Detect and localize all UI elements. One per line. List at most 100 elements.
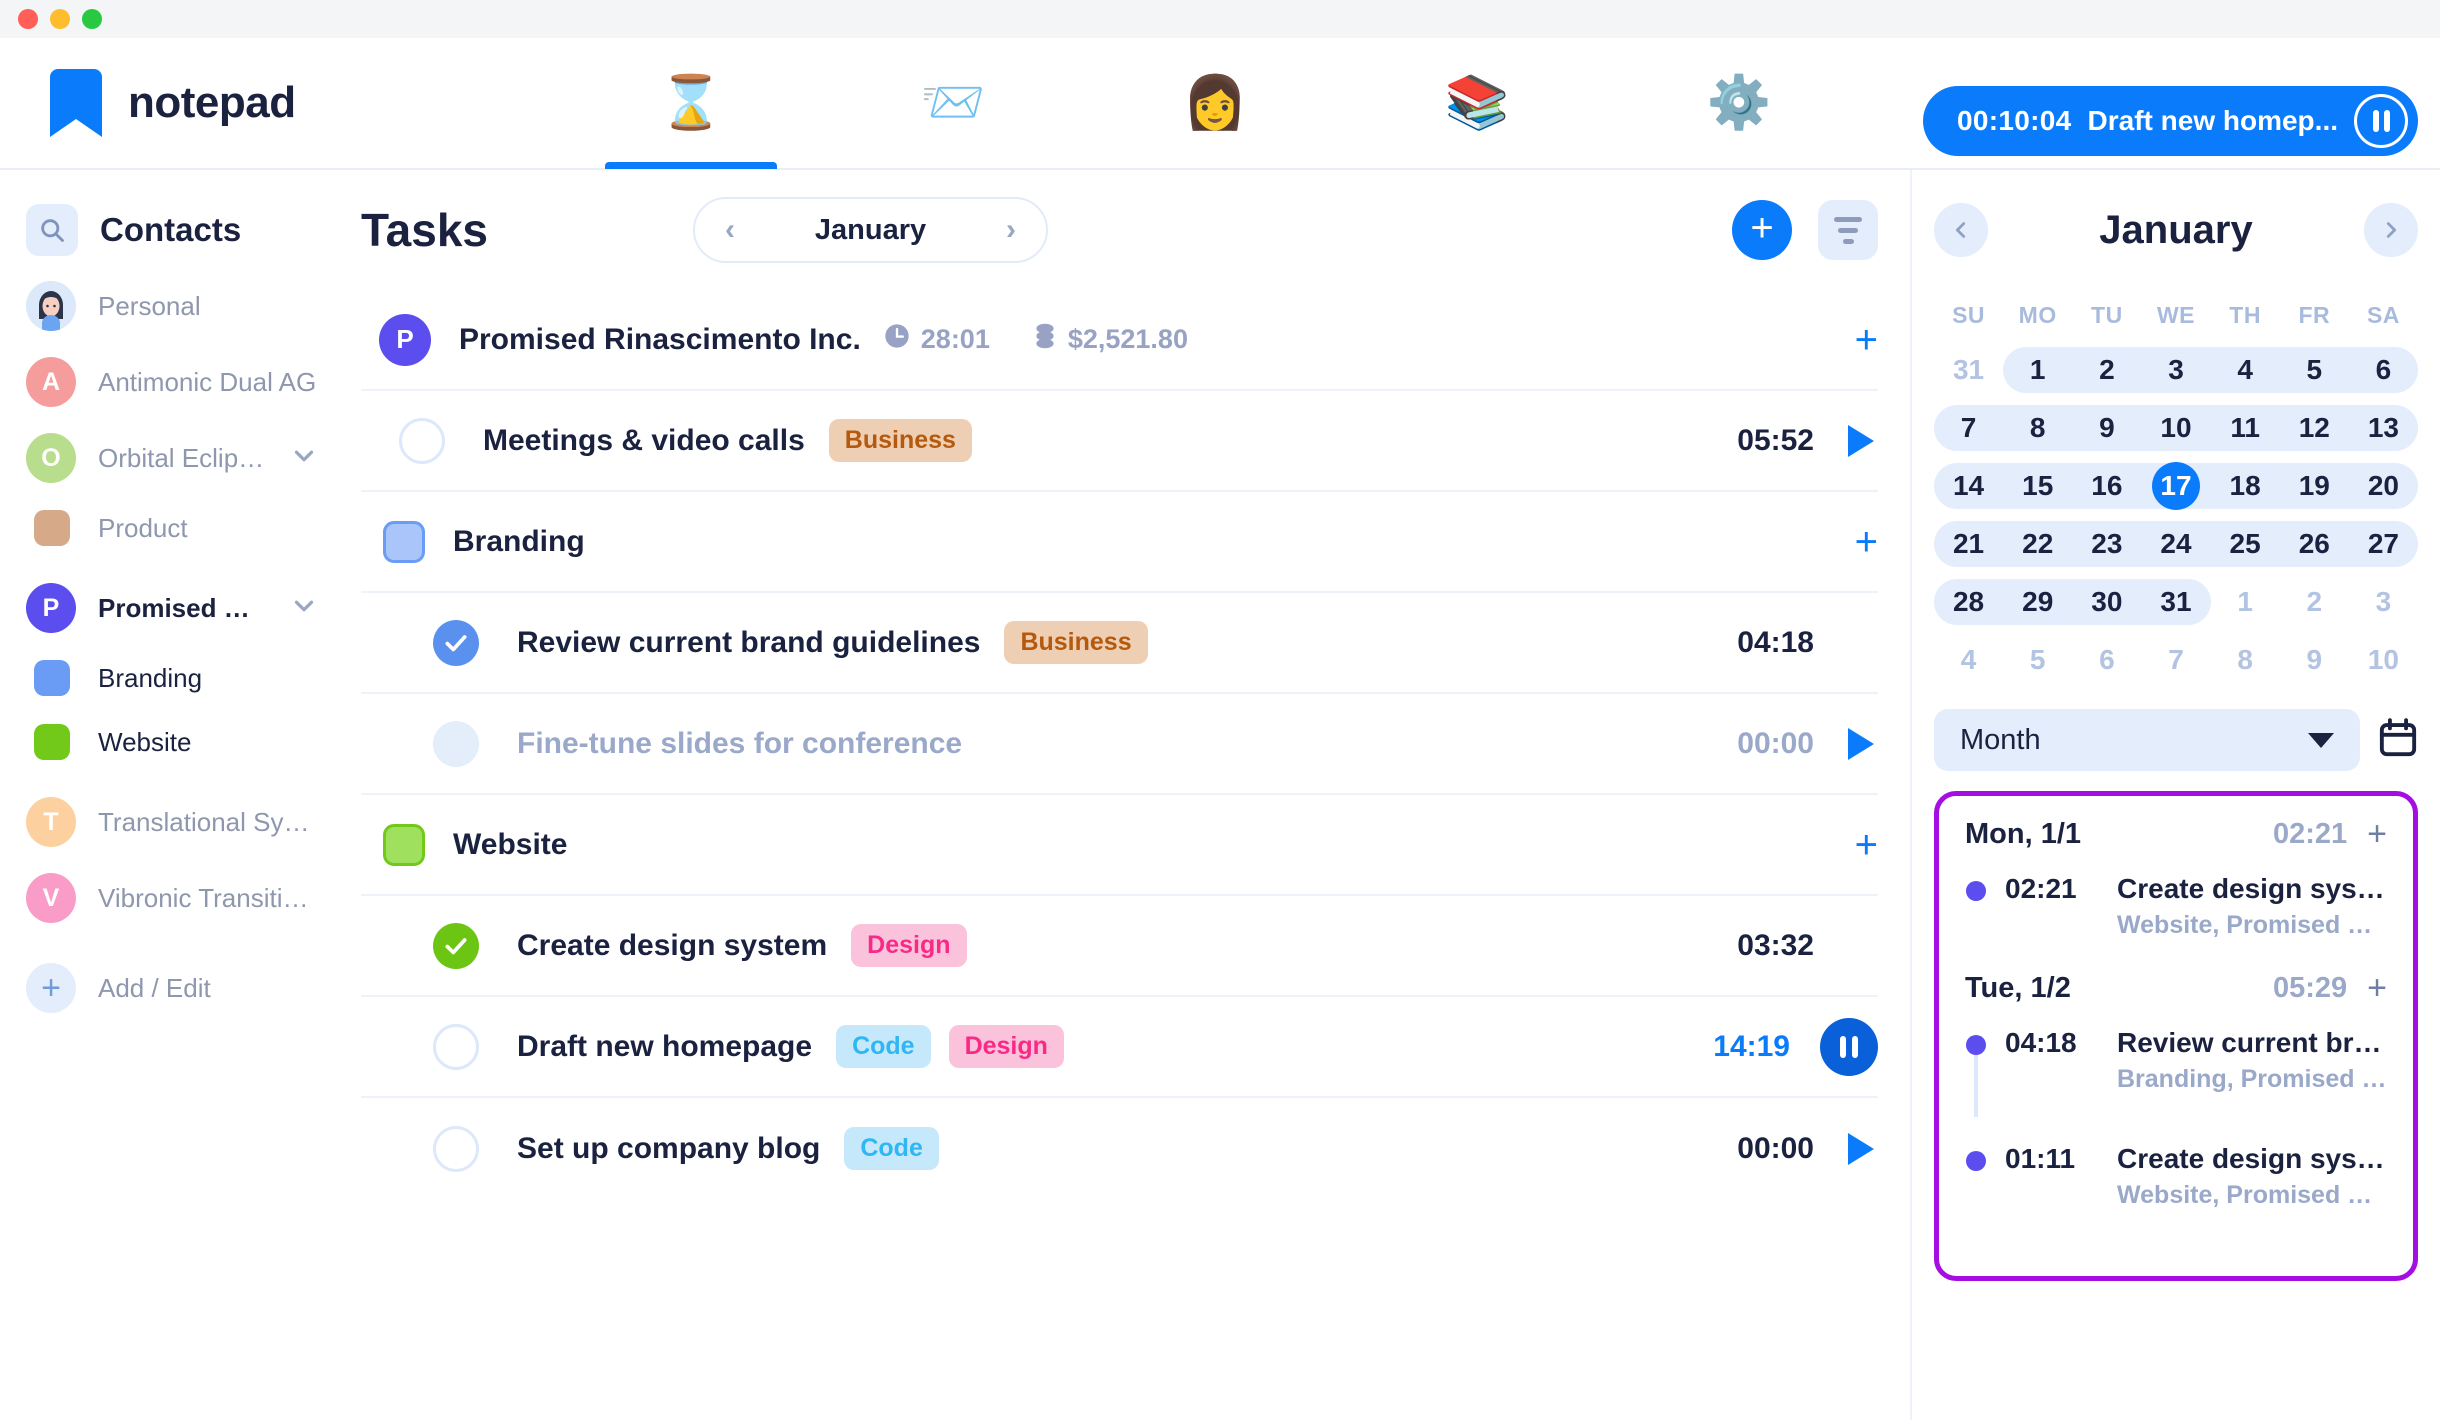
tag-design[interactable]: Design [851,924,967,967]
calendar-day[interactable]: 20 [2349,463,2418,509]
task-checkbox[interactable] [433,1023,479,1070]
tag-code[interactable]: Code [844,1127,939,1170]
calendar-day[interactable]: 21 [1934,521,2003,567]
calendar-day[interactable]: 6 [2072,637,2141,683]
calendar-day[interactable]: 18 [2211,463,2280,509]
tab-reports[interactable]: 📚 [1346,37,1608,169]
sidebar-item-website[interactable]: Website [0,710,345,774]
running-timer-widget[interactable]: 00:10:04 Draft new homep... [1923,86,2418,156]
sidebar-item-antimonic-dual-ag[interactable]: A Antimonic Dual AG [0,344,345,420]
task-row[interactable]: Draft new homepage Code Design 14:19 [361,997,1878,1098]
add-task-button[interactable]: + [1732,200,1792,260]
task-checkbox[interactable] [433,1125,479,1172]
calendar-picker-icon[interactable] [2378,717,2418,764]
start-timer-button[interactable] [1844,1132,1878,1166]
calendar-day[interactable]: 8 [2211,637,2280,683]
task-row[interactable]: Meetings & video calls Business 05:52 [361,391,1878,492]
window-maximize-button[interactable] [82,9,102,29]
calendar-day[interactable]: 16 [2072,463,2141,509]
calendar-day[interactable]: 2 [2072,347,2141,393]
project-header-row[interactable]: P Promised Rinascimento Inc. 28:01 $2,52… [361,290,1878,391]
tab-timer[interactable]: ⌛ [560,37,822,169]
tab-messages[interactable]: 📨 [822,37,1084,169]
add-time-entry-button[interactable]: + [2367,971,2387,1006]
chevron-down-icon[interactable] [289,441,319,476]
task-checkbox[interactable] [433,619,479,666]
sidebar-item-add-edit[interactable]: + Add / Edit [0,950,345,1026]
time-entry[interactable]: 02:21 Create design system Website, Prom… [1965,873,2387,940]
calendar-day[interactable]: 12 [2280,405,2349,451]
tab-profile[interactable]: 👩 [1084,37,1346,169]
calendar-day[interactable]: 28 [1934,579,2003,625]
calendar-day[interactable]: 9 [2072,405,2141,451]
range-select[interactable]: Month [1934,709,2360,771]
task-checkbox[interactable] [433,720,479,767]
calendar-day[interactable]: 4 [2211,347,2280,393]
timer-pause-button[interactable] [2354,94,2408,148]
tag-design[interactable]: Design [948,1025,1064,1068]
task-row[interactable]: Set up company blog Code 00:00 [361,1098,1878,1199]
add-task-to-group-button[interactable]: + [1855,825,1878,865]
time-entry[interactable]: 01:11 Create design system Website, Prom… [1965,1143,2387,1210]
sidebar-item-personal[interactable]: Personal [0,268,345,344]
month-navigator[interactable]: ‹ January › [693,197,1049,263]
time-entry[interactable]: 04:18 Review current brand... Branding, … [1965,1027,2387,1117]
calendar-day[interactable]: 2 [2280,579,2349,625]
start-timer-button[interactable] [1844,727,1878,761]
window-minimize-button[interactable] [50,9,70,29]
window-close-button[interactable] [18,9,38,29]
calendar-day[interactable]: 10 [2349,637,2418,683]
task-row[interactable]: Create design system Design 03:32 [361,896,1878,997]
sidebar-item-product[interactable]: Product [0,496,345,560]
calendar-day[interactable]: 7 [1934,405,2003,451]
calendar-prev-month-button[interactable] [1934,203,1988,257]
calendar-day[interactable]: 23 [2072,521,2141,567]
calendar-day[interactable]: 3 [2141,347,2210,393]
calendar-day[interactable]: 11 [2211,405,2280,451]
calendar-day[interactable]: 1 [2003,347,2072,393]
calendar-day[interactable]: 6 [2349,347,2418,393]
add-task-to-project-button[interactable]: + [1855,320,1878,360]
calendar-day[interactable]: 10 [2141,405,2210,451]
tab-settings[interactable]: ⚙️ [1608,37,1870,169]
tag-business[interactable]: Business [828,419,972,462]
add-task-to-group-button[interactable]: + [1855,522,1878,562]
calendar-day[interactable]: 29 [2003,579,2072,625]
tag-code[interactable]: Code [836,1025,931,1068]
calendar-day[interactable]: 31 [2141,579,2210,625]
tag-business[interactable]: Business [1004,621,1148,664]
calendar-day[interactable]: 1 [2211,579,2280,625]
task-row[interactable]: Fine-tune slides for conference 00:00 [361,694,1878,795]
calendar-day[interactable]: 4 [1934,637,2003,683]
sidebar-item-vibronic-transition[interactable]: V Vibronic Transition G... [0,860,345,936]
task-group-row[interactable]: Branding + [361,492,1878,593]
calendar-day[interactable]: 13 [2349,405,2418,451]
add-time-entry-button[interactable]: + [2367,817,2387,852]
calendar-day[interactable]: 24 [2141,521,2210,567]
calendar-day[interactable]: 8 [2003,405,2072,451]
calendar-day[interactable]: 27 [2349,521,2418,567]
task-checkbox[interactable] [399,417,445,464]
task-checkbox[interactable] [433,922,479,969]
task-row[interactable]: Review current brand guidelines Business… [361,593,1878,694]
calendar-day[interactable]: 25 [2211,521,2280,567]
sidebar-item-promised-rinascimento[interactable]: P Promised Rinascimen... [0,570,345,646]
chevron-down-icon[interactable] [289,591,319,626]
calendar-day[interactable]: 15 [2003,463,2072,509]
calendar-next-month-button[interactable] [2363,203,2418,257]
calendar-day[interactable]: 7 [2141,637,2210,683]
calendar-day[interactable]: 5 [2003,637,2072,683]
calendar-day[interactable]: 3 [2349,579,2418,625]
calendar-day[interactable]: 31 [1934,347,2003,393]
pause-timer-button[interactable] [1820,1017,1878,1076]
calendar-day[interactable]: 19 [2280,463,2349,509]
sidebar-item-branding[interactable]: Branding [0,646,345,710]
calendar-day[interactable]: 30 [2072,579,2141,625]
task-group-row[interactable]: Website + [361,795,1878,896]
calendar-day[interactable]: 5 [2280,347,2349,393]
start-timer-button[interactable] [1844,424,1878,458]
calendar-day[interactable]: 22 [2003,521,2072,567]
sidebar-item-translational-symmetry[interactable]: T Translational Symmet... [0,784,345,860]
prev-month-icon[interactable]: ‹ [725,215,735,245]
filter-button[interactable] [1818,200,1878,260]
